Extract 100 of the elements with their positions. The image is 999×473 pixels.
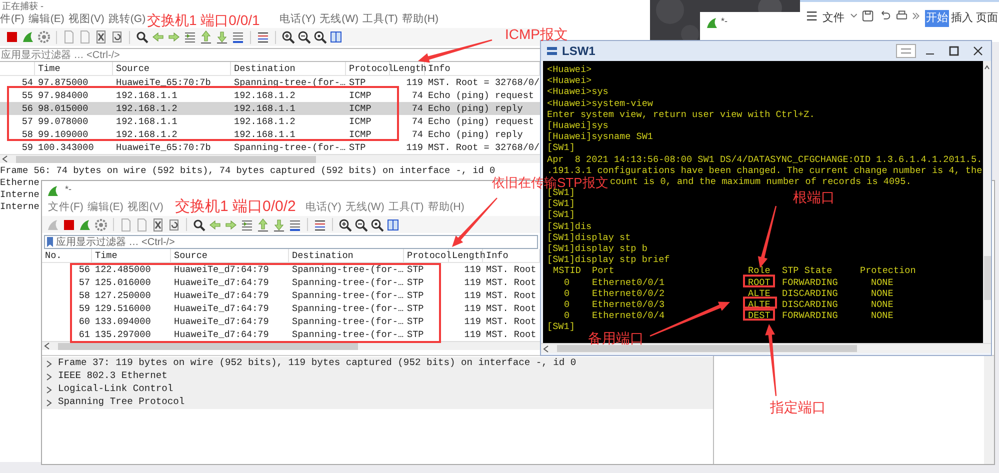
menu-item[interactable]: 无线(W): [320, 12, 358, 28]
column-header[interactable]: Time: [38, 62, 60, 76]
chevron-icon[interactable]: [46, 360, 52, 368]
packet-row[interactable]: 56 98.015000 192.168.1.2 192.168.1.1 ICMP 74 Echo (ping) reply: [0, 102, 540, 115]
search-icon[interactable]: [192, 218, 206, 232]
zoom-out-icon[interactable]: [354, 218, 368, 232]
undo-icon[interactable]: [879, 10, 891, 22]
table-cell: 56: [78, 263, 90, 276]
menu-item[interactable]: 编辑(E): [87, 200, 124, 216]
scroll-up-icon[interactable]: [984, 65, 990, 70]
resize-columns-icon[interactable]: [386, 218, 400, 232]
ribbon-tab[interactable]: 插入: [950, 10, 974, 26]
go-to-icon[interactable]: [183, 30, 197, 44]
menu-item[interactable]: 帮助(H): [428, 200, 464, 216]
close-file-icon[interactable]: [151, 218, 165, 232]
column-header[interactable]: Destination: [234, 62, 296, 76]
stop-icon[interactable]: [62, 218, 76, 232]
chevron-icon[interactable]: [46, 386, 52, 394]
table-cell: 192.168.1.2: [234, 88, 296, 102]
reload-icon[interactable]: [167, 218, 181, 232]
column-header[interactable]: Source: [174, 249, 208, 262]
gear-icon[interactable]: [94, 218, 108, 232]
column-header[interactable]: Protocol: [407, 249, 452, 262]
arrow-right-icon[interactable]: [224, 218, 238, 232]
ribbon-tab[interactable]: 开始: [925, 10, 949, 26]
vertical-scrollbar[interactable]: [984, 356, 994, 464]
arrow-up-icon[interactable]: [199, 30, 213, 44]
close-file-icon[interactable]: [94, 30, 108, 44]
menu-item[interactable]: 件(F): [0, 12, 24, 28]
vertical-scrollbar[interactable]: [983, 61, 991, 343]
arrow-up-icon[interactable]: [256, 218, 270, 232]
column-header[interactable]: Length: [452, 249, 486, 262]
column-header[interactable]: Source: [116, 62, 150, 76]
scroll-left-icon[interactable]: [2, 155, 8, 163]
filter-field[interactable]: 应用显示过滤器 … <Ctrl-/>: [44, 235, 538, 249]
save-icon[interactable]: [862, 10, 874, 22]
scroll-left-icon[interactable]: [44, 342, 50, 350]
column-header[interactable]: No.: [45, 249, 62, 262]
table-cell: STP: [407, 314, 424, 328]
column-header[interactable]: Length: [393, 62, 426, 76]
colorize-icon[interactable]: [313, 218, 327, 232]
bookmark-icon[interactable]: [47, 237, 53, 247]
chevron-icon[interactable]: [46, 372, 52, 380]
table-cell: Echo (ping) request: [428, 114, 534, 128]
zoom-reset-icon[interactable]: [370, 218, 384, 232]
menu-item[interactable]: 文件: [822, 10, 845, 26]
table-cell: 59: [22, 140, 33, 154]
chevron-icon[interactable]: [46, 398, 52, 406]
resize-columns-icon[interactable]: [329, 30, 343, 44]
colorize-icon[interactable]: [256, 30, 270, 44]
search-icon[interactable]: [135, 30, 149, 44]
detail-line[interactable]: IEEE 802.3 Ethernet: [58, 369, 168, 384]
menu-item[interactable]: 跳转(G): [108, 12, 146, 28]
table-cell: STP: [349, 76, 366, 90]
arrow-right-icon[interactable]: [167, 30, 181, 44]
gear-icon[interactable]: [37, 30, 51, 44]
filter-field[interactable]: 应用显示过滤器 … <Ctrl-/>: [0, 48, 540, 62]
table-cell: ROOT: [748, 278, 770, 286]
arrow-down-icon[interactable]: [272, 218, 286, 232]
menu-item[interactable]: 电话(Y): [305, 200, 342, 216]
print-icon[interactable]: [896, 10, 908, 22]
list-icon[interactable]: [288, 218, 302, 232]
menu-item[interactable]: 工具(T): [388, 200, 424, 216]
horizontal-scrollbar[interactable]: [541, 343, 991, 353]
detail-line: Interne: [0, 201, 40, 213]
menu-item[interactable]: 工具(T): [362, 12, 398, 28]
reload-icon[interactable]: [110, 30, 124, 44]
shark-fin-icon[interactable]: [21, 30, 35, 44]
menu-item[interactable]: 无线(W): [345, 200, 384, 216]
zoom-in-icon[interactable]: [281, 30, 295, 44]
zoom-in-icon[interactable]: [338, 218, 352, 232]
zoom-out-icon[interactable]: [297, 30, 311, 44]
menu-item[interactable]: 视图(V): [68, 12, 104, 28]
menu-item[interactable]: 电话(Y): [280, 12, 316, 28]
arrow-down-icon[interactable]: [215, 30, 229, 44]
scrollbar-thumb[interactable]: [16, 156, 316, 162]
menu-item[interactable]: 编辑(E): [28, 12, 64, 28]
menu-item[interactable]: 帮助(H): [402, 12, 438, 28]
scrollbar-thumb[interactable]: [984, 256, 990, 300]
more-icon[interactable]: [912, 10, 920, 22]
scrollbar-thumb[interactable]: [557, 345, 857, 352]
column-header[interactable]: Info: [486, 249, 508, 262]
menu-item[interactable]: 文件(F): [48, 200, 84, 216]
menu-icon[interactable]: [806, 10, 818, 22]
zoom-reset-icon[interactable]: [313, 30, 327, 44]
go-to-icon[interactable]: [240, 218, 254, 232]
column-header[interactable]: Info: [428, 62, 450, 76]
list-icon[interactable]: [231, 30, 245, 44]
table-cell: 125.016000: [95, 276, 151, 290]
ribbon-tab[interactable]: 页面: [975, 10, 999, 26]
column-header[interactable]: Protocol: [349, 62, 394, 76]
menu-item[interactable]: 视图(V): [127, 200, 164, 216]
detail-line[interactable]: Logical-Link Control: [58, 382, 174, 397]
stop-icon[interactable]: [5, 30, 19, 44]
table-cell: Echo (ping) request: [428, 88, 534, 102]
horizontal-scrollbar[interactable]: [0, 154, 540, 163]
column-header[interactable]: Destination: [292, 249, 354, 262]
scroll-left-icon[interactable]: [543, 344, 549, 352]
shark-fin-icon[interactable]: [78, 218, 92, 232]
column-header[interactable]: Time: [95, 249, 118, 262]
